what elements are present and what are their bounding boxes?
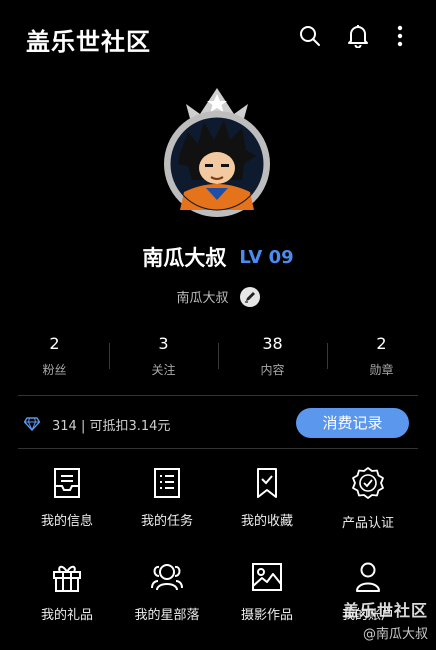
menu-item-my-tasks[interactable]: 我的任务 [117,466,217,529]
section-divider [18,395,418,396]
avatar-image [164,88,270,217]
profile-sub-name: 南瓜大叔 [176,291,229,306]
menu-item-my-gifts[interactable]: 我的礼品 [17,560,117,623]
bell-icon[interactable] [344,22,372,50]
stat-divider [218,343,219,369]
watermark-handle: @南瓜大叔 [362,627,428,642]
certified-badge-icon [352,467,384,499]
menu-item-label: 产品认证 [341,516,394,531]
stat-divider [109,343,110,369]
profile-nickname: 南瓜大叔 [142,246,227,270]
menu-item-product-certification[interactable]: 产品认证 [318,466,418,531]
menu-item-my-favorites[interactable]: 我的收藏 [217,466,317,529]
points-balance: 314 | 可抵扣3.14元 [52,419,171,434]
avatar[interactable] [158,84,276,220]
profile-sub-row: 南瓜大叔 [0,286,436,307]
profile-name-row: 南瓜大叔 LV 09 [0,242,436,272]
stat-medals[interactable]: 2 勋章 [327,332,436,382]
stat-label: 内容 [260,363,285,377]
spending-record-button[interactable]: 消费记录 [296,408,409,438]
stat-value: 2 [49,334,60,353]
stats-bar: 2 粉丝 3 关注 38 内容 2 勋章 [0,332,436,382]
menu-item-label: 我的收藏 [240,514,293,529]
wallet-row: 314 | 可抵扣3.14元 消费记录 [0,400,436,446]
top-bar: 盖乐世社区 [0,0,436,76]
stat-value: 2 [376,334,387,353]
gift-icon [53,565,81,592]
tribe-icon [151,564,183,591]
stat-label: 勋章 [369,363,394,377]
menu-item-label: 摄影作品 [240,608,293,623]
menu-item-my-tribe[interactable]: 我的星部落 [117,560,217,623]
stat-label: 关注 [151,363,176,377]
inbox-icon [54,468,80,498]
menu-item-label: 我的星部落 [134,608,200,623]
search-icon[interactable] [296,22,324,50]
stat-divider [327,343,328,369]
stat-following[interactable]: 3 关注 [109,332,218,382]
stat-label: 粉丝 [42,363,67,377]
section-divider [18,448,418,449]
menu-item-my-account[interactable]: 我的账户 [318,560,418,623]
menu-item-label: 我的信息 [40,514,93,529]
menu-item-photography[interactable]: 摄影作品 [217,560,317,623]
menu-item-label: 我的任务 [140,514,193,529]
stat-value: 38 [262,334,283,353]
menu-item-my-info[interactable]: 我的信息 [17,466,117,529]
menu-item-label: 我的账户 [341,608,394,623]
more-menu-icon[interactable] [386,22,414,50]
bookmark-icon [257,468,277,498]
stat-value: 3 [158,334,169,353]
menu-item-label: 我的礼品 [40,608,93,623]
task-list-icon [154,468,180,498]
app-title: 盖乐世社区 [26,28,151,56]
stat-fans[interactable]: 2 粉丝 [0,332,109,382]
photo-icon [252,563,282,591]
account-icon [356,562,380,592]
edit-pencil-icon[interactable] [239,286,260,307]
diamond-icon [23,416,41,435]
level-badge: LV 09 [239,246,294,268]
stat-content[interactable]: 38 内容 [218,332,327,382]
